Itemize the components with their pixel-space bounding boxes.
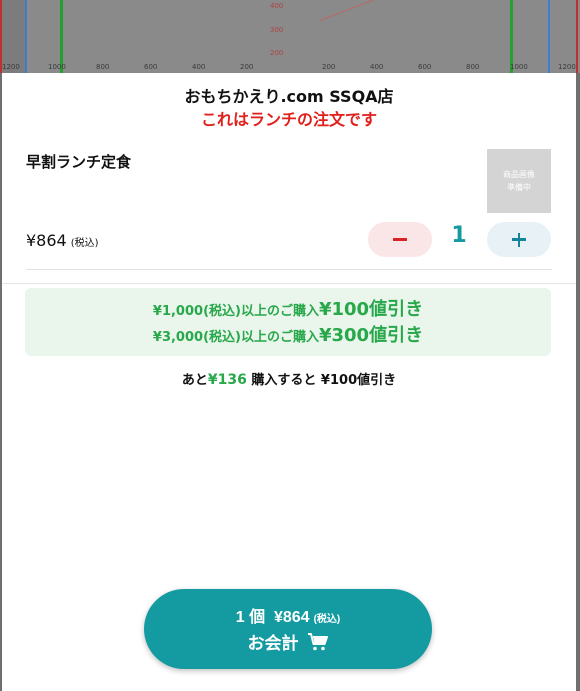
decrease-quantity-button[interactable] [368,222,432,257]
shop-name: おもちかえり.com SSQA店 [184,87,394,106]
promo-line: ¥3,000(税込)以上のご購入¥300値引き [25,326,551,352]
promo-condition: ¥1,000(税込)以上のご購入 [152,304,319,319]
x-tick: 400 [192,63,206,71]
x-tick: 600 [144,63,158,71]
lunch-notice: これはランチの注文です [200,110,377,129]
divider [26,269,552,270]
order-modal: おもちかえり.com SSQA店 これはランチの注文です 早割ランチ定食 商品画… [2,73,576,691]
checkout-button[interactable]: 1 個 ¥864 (税込) お会計 [144,589,432,669]
item-thumbnail: 商品画像 準備中 [487,149,551,213]
quantity-value: 1 [451,223,467,248]
x-tick: 200 [240,63,254,71]
promo-condition: ¥3,000(税込)以上のご購入 [152,330,319,345]
item-price-tax: (税込) [70,238,99,249]
checkout-tax: (税込) [313,614,341,625]
x-tick: 1200 [2,63,20,71]
promo-line: ¥1,000(税込)以上のご購入¥100値引き [25,300,551,326]
x-tick: 800 [96,63,110,71]
divider [2,283,576,284]
item-price: ¥864 (税込) [26,231,99,250]
remaining-amount-message: あと¥136 購入すると ¥100値引き [2,369,576,388]
x-tick: 1200 [558,63,576,71]
remaining-prefix: あと [181,373,208,388]
checkout-count: 1 個 [235,609,266,626]
x-tick: 1000 [510,63,528,71]
item-price-value: ¥864 [26,231,67,250]
thumbnail-placeholder-text: 商品画像 [503,170,535,179]
remaining-suffix: 購入すると ¥100値引き [246,373,397,388]
checkout-label: お会計 [247,634,299,653]
increase-quantity-button[interactable] [487,222,551,257]
checkout-summary: 1 個 ¥864 (税込) [144,603,432,627]
background-chart: 400 300 200 1200 1000 800 600 400 200 20… [0,0,580,73]
checkout-label-row: お会計 [144,629,432,654]
promo-discount: ¥300値引き [318,325,424,346]
thumbnail-placeholder-text: 準備中 [507,183,531,192]
item-name: 早割ランチ定食 [26,153,132,171]
remaining-amount: ¥136 [207,372,247,388]
minus-icon [393,238,407,241]
x-tick: 800 [466,63,480,71]
promo-discount: ¥100値引き [318,299,424,320]
discount-promo-box: ¥1,000(税込)以上のご購入¥100値引き ¥3,000(税込)以上のご購入… [25,288,551,356]
x-tick: 200 [322,63,336,71]
x-tick: 1000 [48,63,66,71]
cart-icon [307,632,328,650]
checkout-total: ¥864 [273,609,310,626]
y-tick: 400 [270,2,284,10]
x-tick: 600 [418,63,432,71]
y-tick: 300 [270,26,284,34]
y-tick: 200 [270,49,284,57]
x-tick: 400 [370,63,384,71]
